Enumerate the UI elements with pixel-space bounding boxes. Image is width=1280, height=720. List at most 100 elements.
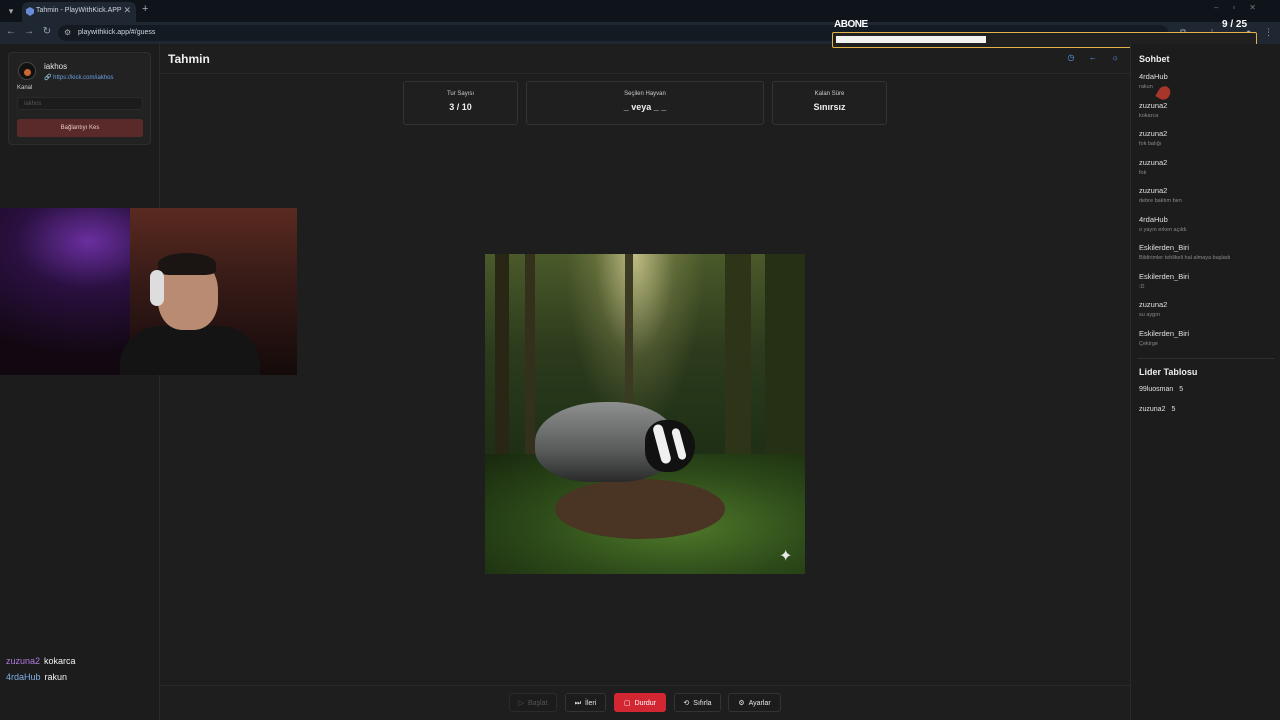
url-text: playwithkick.app/#/guess — [78, 29, 156, 36]
back-arrow-icon[interactable]: ← — [1086, 53, 1100, 65]
selected-animal-card: Seçilen Hayvan _ veya _ _ — [526, 81, 764, 125]
menu-icon[interactable]: ⋮ — [1264, 27, 1273, 38]
chat-text: fok — [1139, 170, 1147, 176]
stop-label: Durdur — [634, 700, 657, 707]
leaderboard-user: zuzuna2 — [1139, 406, 1166, 413]
header-divider — [160, 73, 1130, 74]
chat-user: Eskilerden_Biri — [1139, 272, 1190, 281]
stop-icon: ▢ — [623, 700, 631, 707]
sparkle-icon: ✦ — [779, 548, 793, 565]
settings-label: Ayarlar — [748, 700, 771, 707]
right-panel: Sohbet 4rdaHub rakun zuzuna2 kokarca zuz… — [1130, 44, 1280, 720]
webcam-person-body — [120, 326, 260, 375]
channel-link-text: https://kick.com/iakhos — [53, 75, 114, 81]
gear-icon: ⚙ — [738, 700, 745, 707]
chat-text: fok balığı — [1139, 141, 1162, 147]
settings-button[interactable]: ⚙ Ayarlar — [728, 693, 781, 712]
chat-user: zuzuna2 — [1139, 158, 1168, 167]
image-tree — [525, 254, 535, 454]
next-label: İleri — [585, 700, 597, 707]
image-dirt — [555, 479, 725, 539]
history-icon[interactable]: ◷ — [1064, 53, 1078, 65]
stream-chat-message: rakun — [44, 672, 68, 682]
leaderboard-user: 99luosman — [1139, 386, 1174, 393]
leaderboard-row: zuzuna2 5 — [1139, 406, 1175, 413]
leaderboard-title: Lider Tablosu — [1139, 367, 1198, 377]
stream-chat-line: zuzuna2 kokarca — [6, 656, 76, 666]
stream-chat-user: 4rdaHub — [6, 672, 41, 682]
leaderboard-row: 99luosman 5 — [1139, 386, 1183, 393]
time-left-label: Kalan Süre — [814, 91, 845, 97]
chat-message: Eskilerden_Biri Bildirimler tehlikeli ha… — [1139, 243, 1277, 261]
channel-input[interactable]: iakhos — [17, 97, 143, 110]
channel-link[interactable]: 🔗 https://kick.com/iakhos — [44, 74, 114, 81]
chat-message: zuzuna2 fok balığı — [1139, 129, 1277, 147]
webcam-overlay — [0, 208, 297, 375]
chat-message: zuzuna2 su aygırı — [1139, 300, 1277, 318]
chat-text: :D — [1139, 284, 1145, 290]
chat-message: Eskilerden_Biri :D — [1139, 272, 1277, 290]
close-tab-icon[interactable]: ✕ — [123, 5, 131, 16]
chat-user: 4rdaHub — [1139, 215, 1168, 224]
window-controls[interactable]: –▫✕ — [1214, 3, 1270, 12]
chat-user: 4rdaHub — [1139, 72, 1168, 81]
headphone-icon — [150, 270, 164, 306]
toolbar-divider — [160, 685, 1130, 686]
theme-icon[interactable]: ☼ — [1108, 53, 1122, 65]
avatar-image — [24, 69, 31, 76]
left-panel: iakhos 🔗 https://kick.com/iakhos Kanal i… — [0, 44, 160, 720]
avatar — [18, 62, 36, 80]
stream-chat-line: 4rdaHub rakun — [6, 672, 67, 682]
image-tree — [495, 254, 509, 474]
chat-user: zuzuna2 — [1139, 101, 1168, 110]
chat-text: Çekirge — [1139, 341, 1158, 347]
disconnect-button[interactable]: Bağlantıyı Kes — [17, 119, 143, 137]
reload-icon[interactable]: ↻ — [40, 26, 54, 37]
round-count-label: Tur Sayısı — [446, 91, 475, 97]
new-tab-icon[interactable]: + — [142, 3, 148, 15]
stream-chat-message: kokarca — [44, 656, 76, 666]
browser-tab[interactable]: Tahmin - PlayWithKick.APP ✕ — [22, 2, 136, 22]
sidebar-divider — [1137, 358, 1275, 359]
follower-goal-fill — [836, 36, 986, 43]
follower-goal-count: 9 / 25 — [1222, 19, 1248, 30]
chat-user: zuzuna2 — [1139, 186, 1168, 195]
chat-message: Eskilerden_Biri Çekirge — [1139, 329, 1277, 347]
leaderboard-score: 5 — [1179, 386, 1184, 393]
back-icon[interactable]: ← — [4, 26, 18, 37]
site-info-icon[interactable]: ⚙ — [64, 28, 71, 37]
start-button[interactable]: ▷ Başlat — [509, 693, 557, 712]
forward-icon[interactable]: → — [22, 26, 36, 37]
channel-name: iakhos — [44, 62, 68, 71]
chat-text: Bildirimler tehlikeli hal almaya başladı — [1139, 255, 1231, 261]
browser-tab-bar: ▾ Tahmin - PlayWithKick.APP ✕ + –▫✕ — [0, 0, 1280, 22]
round-count-card: Tur Sayısı 3 / 10 — [403, 81, 518, 125]
chat-title: Sohbet — [1139, 54, 1170, 64]
tab-title: Tahmin - PlayWithKick.APP — [36, 7, 122, 14]
chat-message: zuzuna2 kokarca — [1139, 101, 1277, 119]
favicon-icon — [26, 7, 34, 16]
chat-text: o yayın erken açıldı — [1139, 227, 1187, 233]
channel-label: Kanal — [17, 85, 33, 91]
chat-user: Eskilerden_Biri — [1139, 243, 1190, 252]
skip-icon: ⏭ — [574, 700, 582, 707]
selected-animal-label: Seçilen Hayvan — [624, 91, 666, 97]
follower-goal-label: ABONE — [834, 19, 868, 30]
chat-text: debre baktım ben — [1139, 198, 1182, 204]
leaderboard-score: 5 — [1171, 406, 1176, 413]
chat-user: zuzuna2 — [1139, 129, 1168, 138]
image-tree — [625, 254, 633, 424]
next-button[interactable]: ⏭ İleri — [565, 693, 606, 712]
channel-card: iakhos 🔗 https://kick.com/iakhos Kanal i… — [8, 52, 151, 145]
time-left-card: Kalan Süre Sınırsız — [772, 81, 887, 125]
reset-label: Sıfırla — [693, 700, 712, 707]
chat-message: zuzuna2 fok — [1139, 158, 1277, 176]
stop-button[interactable]: ▢ Durdur — [614, 693, 666, 712]
play-icon: ▷ — [518, 700, 524, 707]
chat-user: Eskilerden_Biri — [1139, 329, 1190, 338]
tab-search-icon[interactable]: ▾ — [4, 4, 18, 18]
channel-input-value: iakhos — [24, 101, 42, 107]
webcam-person-hair — [158, 253, 216, 275]
chat-text: kokarca — [1139, 113, 1159, 119]
reset-button[interactable]: ⟲ Sıfırla — [674, 693, 721, 712]
